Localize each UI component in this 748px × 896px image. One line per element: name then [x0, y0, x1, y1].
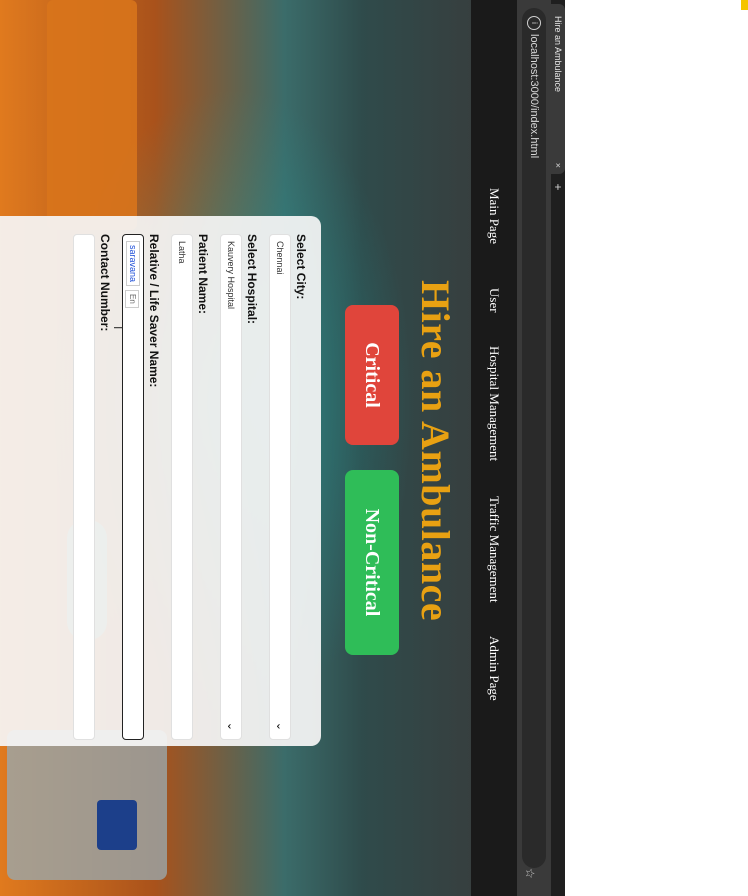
contact-number-input[interactable] [73, 234, 95, 740]
nav-main-page[interactable]: Main Page [486, 188, 502, 244]
rotated-browser: Hire an Ambulance × + localhost:3000/ind… [0, 0, 565, 896]
info-icon[interactable]: i [527, 16, 541, 30]
patient-name-value: Latha [177, 241, 187, 264]
chevron-down-icon: ⌄ [274, 721, 286, 731]
chevron-down-icon: ⌄ [225, 721, 237, 731]
url-text: localhost:3000/index.html [528, 34, 540, 159]
nav-traffic-management[interactable]: Traffic Management [486, 496, 502, 603]
corner-marker [741, 0, 748, 10]
relative-name-label: Relative / Life Saver Name: [147, 234, 161, 388]
close-icon[interactable]: × [551, 163, 565, 168]
background-image-control-panel [7, 730, 167, 880]
nav-user[interactable]: User [486, 288, 502, 313]
language-chip[interactable]: En [125, 290, 139, 308]
background-image-stretcher [47, 0, 137, 230]
non-critical-button[interactable]: Non-Critical [345, 470, 399, 655]
star-icon[interactable]: ☆ [523, 868, 537, 879]
new-tab-button[interactable]: + [551, 180, 565, 194]
city-label: Select City: [294, 234, 308, 300]
background-image-monitor [97, 800, 137, 850]
hospital-value: Kauvery Hospital [226, 241, 236, 310]
page-content: Main Page User Hospital Management Traff… [0, 0, 517, 896]
nav-admin-page[interactable]: Admin Page [486, 636, 502, 701]
page-title: Hire an Ambulance [413, 280, 458, 622]
relative-name-input[interactable]: saravana En [122, 234, 144, 740]
address-bar[interactable]: localhost:3000/index.html [522, 8, 546, 868]
contact-number-label: Contact Number: [98, 234, 112, 332]
autocomplete-chip[interactable]: saravana [126, 241, 140, 287]
nav-hospital-management[interactable]: Hospital Management [486, 346, 502, 461]
critical-button[interactable]: Critical [345, 305, 399, 445]
browser-toolbar: localhost:3000/index.html i ☆ [517, 0, 551, 896]
city-select[interactable]: Chennai ⌄ [269, 234, 291, 740]
patient-name-label: Patient Name: [196, 234, 210, 315]
browser-tab[interactable]: Hire an Ambulance × [551, 4, 565, 174]
tab-title: Hire an Ambulance [553, 16, 563, 93]
booking-form: Select City: Chennai ⌄ Select Hospital: … [0, 216, 321, 746]
tab-strip: Hire an Ambulance × + [551, 0, 565, 896]
patient-name-input[interactable]: Latha [171, 234, 193, 740]
navbar: Main Page User Hospital Management Traff… [471, 0, 517, 896]
hospital-label: Select Hospital: [245, 234, 259, 325]
text-cursor-icon: I [111, 326, 125, 330]
hospital-select[interactable]: Kauvery Hospital ⌄ [220, 234, 242, 740]
city-value: Chennai [275, 241, 285, 275]
screen-frame: Hire an Ambulance × + localhost:3000/ind… [0, 0, 565, 896]
